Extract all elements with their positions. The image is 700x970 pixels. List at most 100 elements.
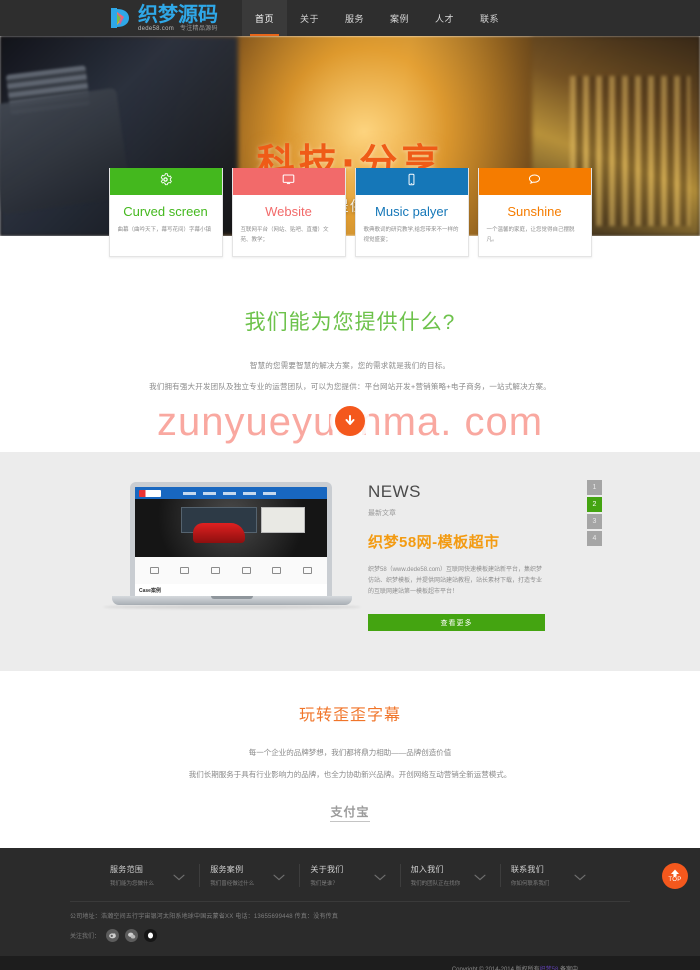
nav-item-1[interactable]: 关于 bbox=[287, 0, 332, 36]
news-content: NEWS 最新文章 织梦58网-模板超市 织梦58（www.dede58.com… bbox=[352, 478, 588, 632]
footer-column-title: 服务范围 bbox=[110, 865, 144, 875]
feature-card-body: Website 互联网平台（网站、贴吧、直播）文苑、教学； bbox=[233, 195, 345, 256]
footer-column-2[interactable]: 关于我们我们是谁？ bbox=[299, 864, 399, 888]
news-pager-item-3[interactable]: 3 bbox=[587, 514, 602, 529]
footer-column-subtitle: 我们能为您做什么 bbox=[110, 881, 155, 888]
footer-column-1[interactable]: 服务案例我们曾经做过什么 bbox=[199, 864, 299, 888]
site-header: 织梦源码 dede58.com 专注精品源码 首页 关于 服务 案例 人才 联系 bbox=[0, 0, 700, 36]
offer-title: 我们能为您提供什么? bbox=[244, 311, 456, 334]
site-logo[interactable]: 织梦源码 dede58.com 专注精品源码 bbox=[108, 0, 218, 36]
feature-card-header bbox=[109, 168, 222, 195]
footer-column-title: 关于我们 bbox=[310, 865, 344, 875]
feature-card-header bbox=[478, 168, 591, 195]
footer-column-text: 加入我们我们的团队正在找你 bbox=[411, 864, 461, 887]
footer-column-0[interactable]: 服务范围我们能为您做什么 bbox=[100, 864, 199, 887]
nav-item-2[interactable]: 服务 bbox=[332, 0, 377, 36]
watermark-zone: zunyueyuanma. com bbox=[0, 392, 700, 452]
chevron-down-icon[interactable] bbox=[574, 868, 586, 886]
news-pager-item-4[interactable]: 4 bbox=[587, 531, 602, 546]
footer-column-subtitle: 你如何联系我们 bbox=[510, 881, 550, 888]
logo-domain: dede58.com bbox=[138, 26, 175, 32]
chevron-down-icon[interactable] bbox=[374, 868, 386, 886]
feature-cards: Curved screen 曲幕（曲吟天下，幕写花间）字幕小镇 Website 互联网… bbox=[0, 168, 700, 258]
nav-item-label: 首页 bbox=[254, 13, 274, 24]
chevron-down-icon[interactable] bbox=[273, 868, 285, 886]
gear-icon bbox=[159, 172, 172, 191]
footer-social: 关注我们： bbox=[70, 929, 630, 943]
logo-title: 织梦源码 bbox=[138, 2, 218, 26]
feature-card-0[interactable]: Curved screen 曲幕（曲吟天下，幕写花间）字幕小镇 bbox=[108, 168, 223, 258]
mockup-icon-row bbox=[135, 557, 327, 584]
footer-column-3[interactable]: 加入我们我们的团队正在找你 bbox=[399, 864, 500, 888]
mockup-nav bbox=[183, 491, 276, 495]
feature-card-2[interactable]: Music palyer 歌典歌词的研究教学,给您带来不一样的视觉盛宴； bbox=[354, 168, 469, 258]
chevron-down-icon[interactable] bbox=[474, 868, 486, 886]
news-title: NEWS bbox=[368, 482, 421, 501]
offer-line-1: 智慧的您需要智慧的解决方案，您的需求就是我们的目标。 bbox=[249, 361, 451, 370]
news-headline[interactable]: 织梦58网-模板超市 bbox=[368, 531, 588, 552]
footer-divider bbox=[70, 901, 630, 903]
view-more-button[interactable]: 查看更多 bbox=[368, 614, 545, 632]
nav-item-0[interactable]: 首页 bbox=[242, 0, 287, 36]
nav-item-label: 联系 bbox=[479, 13, 499, 24]
mockup-car-image bbox=[193, 523, 245, 543]
footer-column-subtitle: 我们是谁？ bbox=[310, 881, 338, 888]
nav-item-5[interactable]: 联系 bbox=[467, 0, 512, 36]
footer-column-text: 关于我们我们是谁？ bbox=[310, 864, 343, 887]
back-to-top-button[interactable]: TOP bbox=[662, 863, 688, 890]
nav-item-4[interactable]: 人才 bbox=[422, 0, 467, 36]
mockup-hero bbox=[135, 499, 327, 557]
subtitles-title: 玩转歪歪字幕 bbox=[298, 707, 401, 725]
mockup-topbar bbox=[135, 487, 327, 499]
footer-column-subtitle: 我们的团队正在找你 bbox=[410, 881, 461, 888]
footer-column-title: 服务案例 bbox=[210, 865, 244, 875]
laptop-mockup: Case案例 bbox=[103, 478, 361, 631]
footer-column-title: 加入我们 bbox=[410, 865, 444, 875]
mockup-logo-icon bbox=[139, 489, 161, 497]
feature-card-1[interactable]: Website 互联网平台（网站、贴吧、直播）文苑、教学； bbox=[231, 168, 346, 258]
arrow-down-circle-icon[interactable] bbox=[335, 406, 365, 436]
nav-item-label: 关于 bbox=[299, 13, 319, 24]
arrow-up-icon bbox=[671, 869, 679, 877]
footer-column-4[interactable]: 联系我们 你如何联系我们 bbox=[499, 864, 600, 888]
footer-column-subtitle: 我们曾经做过什么 bbox=[210, 881, 255, 888]
monitor-icon bbox=[282, 173, 295, 191]
chat-bubble-icon bbox=[528, 173, 541, 191]
news-description: 织梦58（www.dede58.com）互联网快速模板建站新平台，集织梦仿站、织… bbox=[368, 567, 543, 596]
logo-tagline: dede58.com 专注精品源码 bbox=[138, 26, 218, 32]
nav-item-label: 案例 bbox=[389, 13, 409, 24]
nav-item-3[interactable]: 案例 bbox=[377, 0, 422, 36]
mockup-panel-right bbox=[261, 507, 305, 533]
mobile-icon bbox=[405, 173, 418, 191]
weibo-icon[interactable] bbox=[106, 929, 120, 943]
qq-icon[interactable] bbox=[144, 929, 158, 943]
wechat-icon[interactable] bbox=[125, 929, 139, 943]
offer-line-2: 我们拥有强大开发团队及独立专业的运营团队，可以为您提供：平台网站开发+营销策略+… bbox=[149, 382, 551, 391]
butterfly-logo-icon bbox=[108, 5, 134, 31]
copyright-bar: Copyright © 2014-2014 版权所有 织梦58 备案中 bbox=[0, 956, 700, 970]
mockup-case-section: Case案例 bbox=[135, 584, 327, 596]
news-section: Case案例 NEWS 最新文章 织梦58网-模板超市 织梦58（www.ded… bbox=[0, 452, 700, 672]
news-wrapper: Case案例 NEWS 最新文章 织梦58网-模板超市 织梦58（www.ded… bbox=[103, 478, 602, 632]
chevron-down-icon[interactable] bbox=[173, 868, 185, 886]
news-pager-item-2[interactable]: 2 bbox=[587, 497, 602, 512]
feature-card-desc: 歌典歌词的研究教学,给您带来不一样的视觉盛宴； bbox=[363, 227, 459, 243]
footer-address: 公司地址：浩瀚空间五行宇宙银河太阳系地球中国云蒙省XX 电话：136556994… bbox=[70, 914, 339, 921]
back-to-top-label: TOP bbox=[668, 877, 682, 884]
subtitles-line-1: 每一个企业的品牌梦想，我们都将鼎力相助——品牌创造价值 bbox=[248, 748, 452, 758]
copyright-link[interactable]: 织梦58 bbox=[540, 964, 559, 970]
footer-column-text: 服务范围我们能为您做什么 bbox=[110, 864, 154, 887]
copyright-prefix: Copyright © 2014-2014 版权所有 bbox=[451, 966, 540, 970]
nav-item-label: 人才 bbox=[434, 13, 454, 24]
feature-card-3[interactable]: Sunshine 一个温馨的家庭，让您觉得自己摆脱凡。 bbox=[477, 168, 592, 258]
feature-card-title: Music palyer bbox=[375, 204, 448, 219]
feature-card-body: Music palyer 歌典歌词的研究教学,给您带来不一样的视觉盛宴； bbox=[356, 195, 468, 256]
feature-card-body: Curved screen 曲幕（曲吟天下，幕写花间）字幕小镇 bbox=[110, 195, 222, 247]
news-pager: 1 2 3 4 bbox=[587, 480, 602, 546]
nav-item-label: 服务 bbox=[344, 13, 364, 24]
news-pager-item-1[interactable]: 1 bbox=[587, 480, 602, 495]
laptop-screen: Case案例 bbox=[130, 482, 332, 596]
page-root: 织梦源码 dede58.com 专注精品源码 首页 关于 服务 案例 人才 联系 科技·分… bbox=[0, 0, 700, 970]
footer-column-text: 联系我们 你如何联系我们 bbox=[511, 864, 550, 887]
feature-card-body: Sunshine 一个温馨的家庭，让您觉得自己摆脱凡。 bbox=[479, 195, 591, 256]
